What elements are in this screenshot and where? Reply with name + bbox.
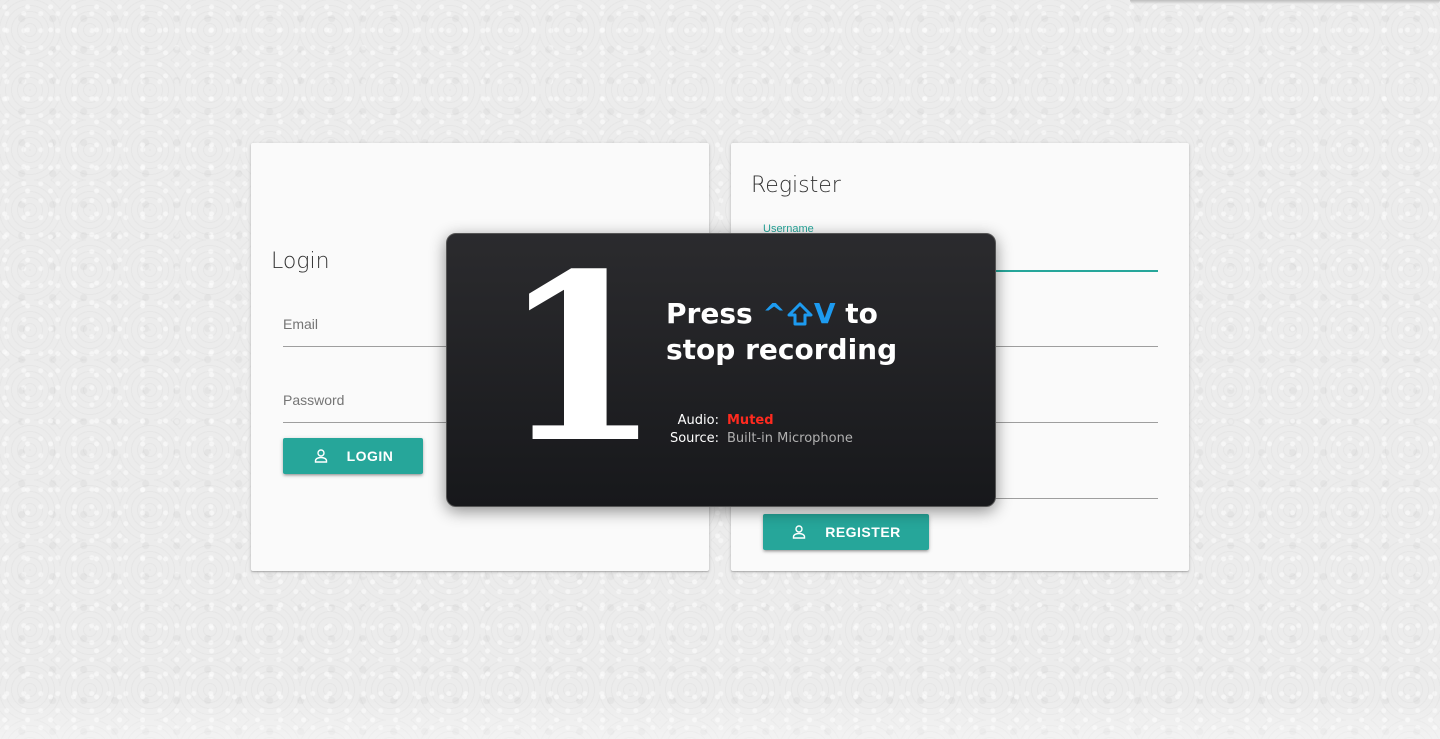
to-text: to [845, 297, 878, 330]
recording-meta-values: Muted Built-in Microphone [727, 412, 853, 448]
control-key-glyph: ^ [762, 297, 786, 330]
v-key-glyph: V [813, 297, 836, 330]
register-button[interactable]: REGISTER [763, 514, 929, 550]
login-button[interactable]: LOGIN [283, 438, 423, 474]
register-title: Register [751, 173, 841, 198]
countdown-number: 1 [501, 224, 662, 494]
person-icon [314, 449, 327, 463]
source-value: Built-in Microphone [727, 431, 853, 446]
recording-countdown-overlay: 1 Press ^ V to stop recording Audio: Sou… [446, 233, 996, 507]
bottom-fade [0, 699, 1440, 739]
recording-meta-labels: Audio: Source: [667, 412, 719, 448]
stop-shortcut: ^ V [762, 296, 835, 332]
stop-recording-instruction: Press ^ V to stop recording [666, 296, 897, 368]
audio-label: Audio: [677, 413, 719, 428]
person-icon [793, 525, 806, 539]
top-shadow-strip [1130, 0, 1440, 4]
register-button-label: REGISTER [825, 524, 901, 540]
source-label: Source: [669, 431, 719, 446]
stop-recording-text: stop recording [666, 333, 898, 366]
audio-status: Muted [727, 413, 774, 428]
shift-arrow-icon [787, 302, 813, 326]
press-text: Press [666, 297, 753, 330]
login-button-label: LOGIN [346, 448, 394, 464]
login-title: Login [271, 249, 330, 274]
email-field-label: Email [283, 316, 319, 332]
password-field-label: Password [283, 392, 345, 408]
